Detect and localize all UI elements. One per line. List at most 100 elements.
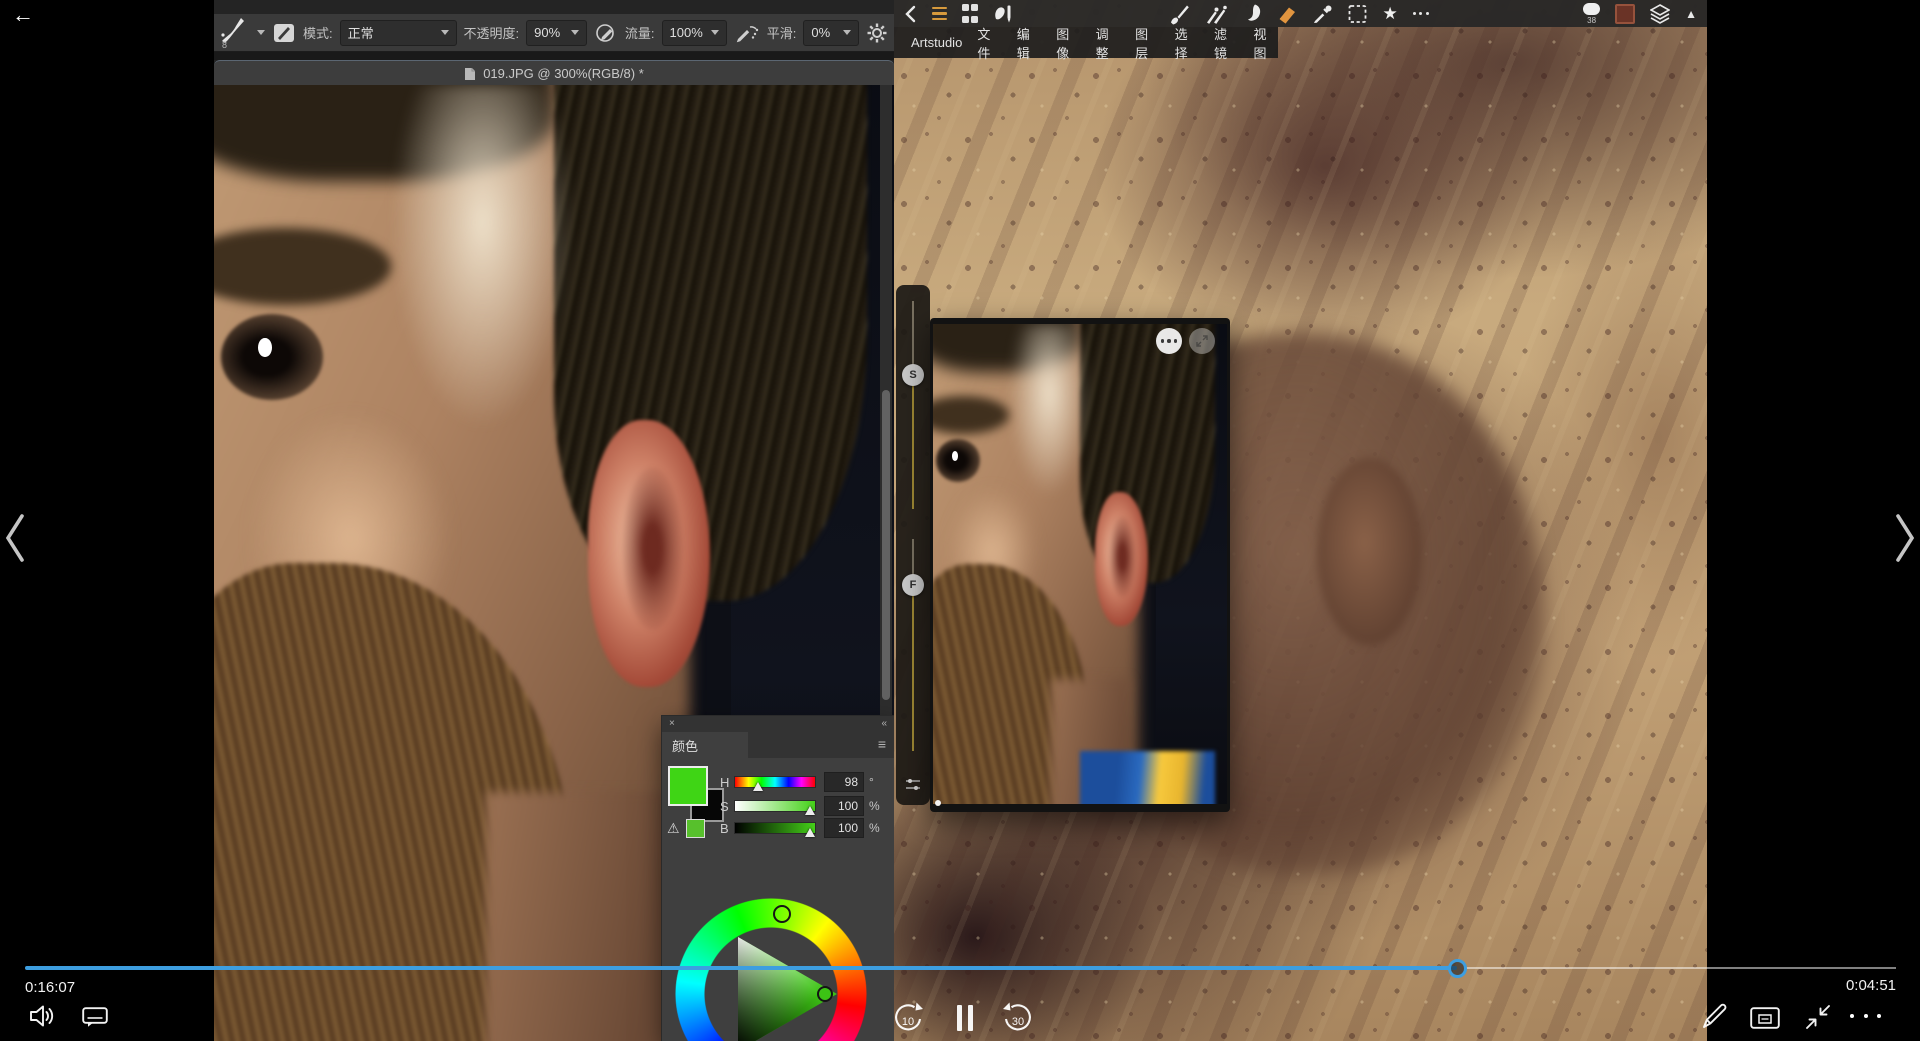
size-slider-track[interactable]: [912, 301, 914, 373]
hue-value[interactable]: 98: [824, 772, 864, 792]
opacity-label: 不透明度:: [464, 23, 520, 42]
photo-shading: [258, 338, 272, 357]
flow-select[interactable]: 100%: [662, 20, 727, 46]
menu-adjust[interactable]: 调整: [1096, 24, 1120, 62]
favorites-star-icon[interactable]: ★: [1382, 3, 1397, 25]
photo-shading: [1009, 324, 1088, 497]
rewind-10-button[interactable]: 10: [890, 1000, 926, 1036]
pressure-opacity-icon[interactable]: [594, 21, 618, 45]
brush-pencil-icon[interactable]: [993, 3, 1015, 25]
collapse-toolbar-icon[interactable]: ▲: [1685, 3, 1697, 25]
elapsed-time: 0:16:07: [25, 979, 75, 996]
slider-settings-icon[interactable]: [905, 777, 921, 792]
size-slider-knob[interactable]: S: [902, 364, 924, 386]
reference-resize-button[interactable]: [1189, 328, 1215, 354]
opacity-select[interactable]: 90%: [526, 20, 587, 46]
saturation-unit: %: [869, 799, 880, 813]
gallery-grid-icon[interactable]: [962, 3, 978, 25]
saturation-slider[interactable]: [734, 800, 816, 812]
pause-button[interactable]: [956, 1004, 974, 1032]
photoshop-window: 8 模式: 正常 不透明度: 90% 流量: 100%: [214, 0, 894, 1041]
size-slider-fill[interactable]: [912, 385, 914, 509]
rewind-seconds: 10: [902, 1016, 914, 1028]
flow-slider-knob[interactable]: F: [902, 574, 924, 596]
flow-value: 100%: [670, 25, 703, 40]
opacity-value: 90%: [534, 25, 560, 40]
brightness-value[interactable]: 100: [824, 818, 864, 838]
more-tools-icon[interactable]: [1413, 3, 1429, 25]
mode-label: 模式:: [303, 23, 333, 42]
gamut-color-swatch[interactable]: [686, 819, 705, 838]
chevron-down-icon[interactable]: [257, 30, 265, 35]
next-chevron[interactable]: [1893, 512, 1917, 564]
smoothing-select[interactable]: 0%: [803, 20, 859, 46]
layers-icon[interactable]: [1650, 3, 1670, 25]
notes-pencil-button[interactable]: [1700, 1001, 1730, 1031]
reference-portrait: [933, 324, 1227, 804]
close-icon[interactable]: ×: [669, 719, 675, 729]
brightness-slider-knob[interactable]: [805, 828, 815, 837]
hue-slider-knob[interactable]: [753, 782, 763, 791]
progress-bar-filled[interactable]: [25, 966, 1457, 970]
smudge-tool-icon[interactable]: [1242, 3, 1262, 25]
subtitles-icon[interactable]: [82, 1007, 108, 1028]
brush-preset-picker[interactable]: 8: [220, 17, 250, 49]
color-panel-body: ⚠ H 98 ° S 100 %: [662, 758, 894, 1041]
marquee-select-icon[interactable]: [1348, 3, 1367, 25]
eyedropper-tool-icon[interactable]: [1313, 3, 1333, 25]
brightness-slider[interactable]: [734, 822, 816, 834]
photo-shading: [952, 451, 958, 461]
hue-row: H 98 °: [720, 772, 874, 792]
chevron-down-icon: [711, 30, 719, 35]
saturation-label: S: [720, 799, 734, 814]
panel-menu-icon[interactable]: ≡: [878, 732, 894, 758]
paintbrush-tool-icon[interactable]: [1169, 3, 1190, 25]
saturation-slider-knob[interactable]: [805, 806, 815, 815]
current-color-swatch[interactable]: [1615, 4, 1635, 24]
menu-artstudio[interactable]: Artstudio: [911, 35, 962, 50]
progress-knob[interactable]: [1448, 959, 1467, 978]
tab-color[interactable]: 颜色: [662, 732, 748, 758]
menu-icon[interactable]: [932, 3, 947, 25]
mixer-brush-tool-icon[interactable]: [1205, 3, 1227, 25]
miniplayer-button[interactable]: [1750, 1007, 1780, 1029]
scrollbar-thumb[interactable]: [882, 390, 890, 700]
back-button[interactable]: ←: [12, 2, 34, 28]
flow-slider-fill[interactable]: [912, 595, 914, 751]
ring-selector[interactable]: [774, 906, 790, 922]
artstudio-menubar: Artstudio 文件 编辑 图像 调整 图层 选择 滤镜 视图: [894, 27, 1278, 58]
brush-preview-blob: [1583, 3, 1600, 15]
menu-file[interactable]: 文件: [977, 24, 1001, 62]
flow-slider-track[interactable]: [912, 539, 914, 579]
chevron-left-icon[interactable]: [904, 3, 917, 25]
exit-fullscreen-button[interactable]: [1804, 1003, 1832, 1031]
collapse-icon[interactable]: «: [881, 719, 887, 729]
reference-handle-dot[interactable]: [935, 800, 941, 806]
volume-icon[interactable]: [28, 1003, 56, 1029]
reference-more-button[interactable]: [1156, 328, 1182, 354]
airbrush-icon[interactable]: [734, 21, 760, 45]
more-options-button[interactable]: [1850, 1014, 1881, 1018]
menu-image[interactable]: 图像: [1056, 24, 1080, 62]
progress-bar-remaining[interactable]: [1466, 967, 1896, 969]
foreground-color-swatch[interactable]: [668, 766, 708, 806]
menu-layer[interactable]: 图层: [1135, 24, 1159, 62]
brush-size-indicator[interactable]: 38: [1583, 3, 1600, 25]
chevron-down-icon: [441, 30, 449, 35]
document-title-bar[interactable]: 019.JPG @ 300%(RGB/8) *: [214, 60, 894, 86]
menu-select[interactable]: 选择: [1175, 24, 1199, 62]
saturation-value[interactable]: 100: [824, 796, 864, 816]
brush-panel-toggle[interactable]: [272, 21, 296, 45]
menu-filter[interactable]: 滤镜: [1214, 24, 1238, 62]
mode-select[interactable]: 正常: [340, 20, 457, 46]
hue-slider[interactable]: [734, 776, 816, 788]
gamut-warning-icon[interactable]: ⚠: [667, 820, 680, 837]
gear-icon[interactable]: [866, 22, 888, 44]
previous-chevron[interactable]: [3, 512, 27, 564]
reference-image-panel[interactable]: [930, 318, 1230, 812]
menu-edit[interactable]: 编辑: [1017, 24, 1041, 62]
menu-view[interactable]: 视图: [1253, 24, 1277, 62]
eraser-tool-icon[interactable]: [1277, 3, 1298, 25]
resize-arrows-icon: [1196, 335, 1208, 347]
forward-30-button[interactable]: 30: [1000, 1000, 1036, 1036]
